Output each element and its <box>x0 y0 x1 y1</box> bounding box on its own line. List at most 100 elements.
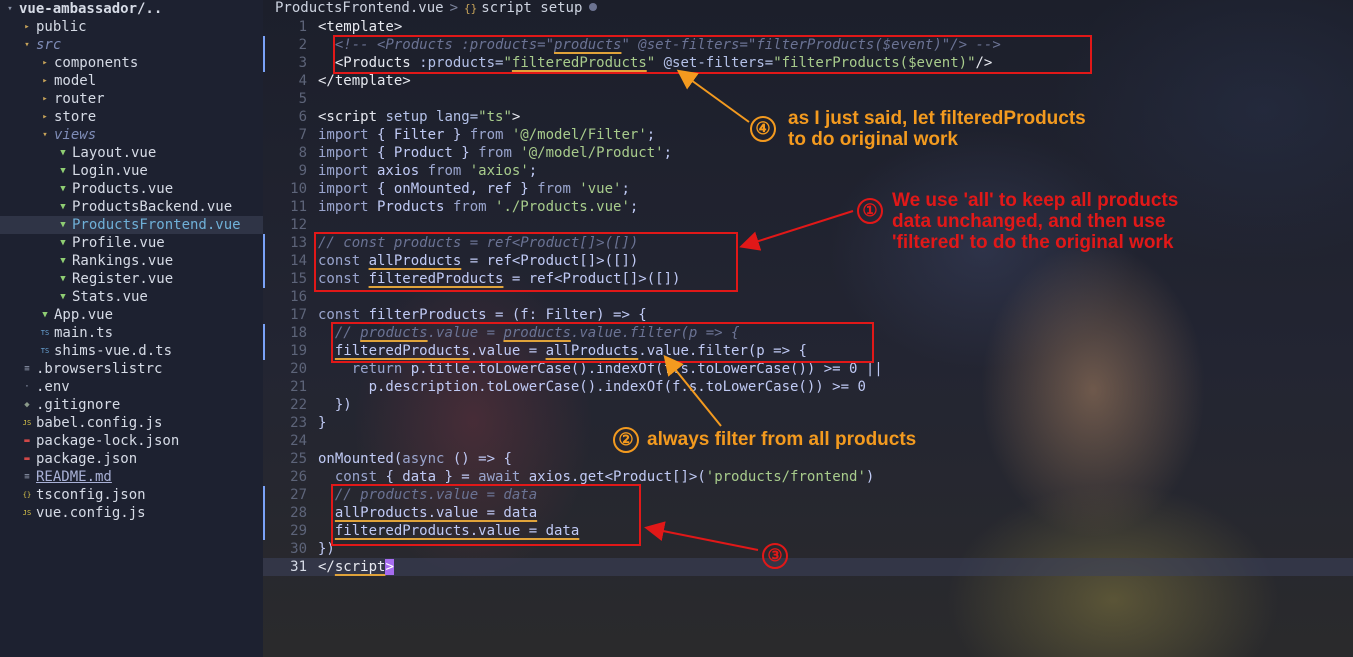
sidebar-item-label: .browserslistrc <box>36 361 163 377</box>
vue-file-icon: ▼ <box>60 292 66 302</box>
sidebar-item[interactable]: JS vue.config.js <box>0 504 263 522</box>
config-file-icon: ≡ <box>24 364 30 374</box>
annotation-line: data unchanged, and then use <box>892 211 1166 232</box>
sidebar-item[interactable]: ▼ Layout.vue <box>0 144 263 162</box>
sidebar-item-label: package-lock.json <box>36 433 180 449</box>
npm-file-icon: ▬ <box>24 454 30 464</box>
sidebar-item-label: .gitignore <box>36 397 121 413</box>
vue-file-icon: ▼ <box>60 166 66 176</box>
annotation-text-4: as I just said, let filteredProducts to … <box>788 108 1086 150</box>
dotfile-icon: · <box>24 382 30 392</box>
sidebar-item[interactable]: · .env <box>0 378 263 396</box>
arrow-3 <box>644 521 759 551</box>
vue-file-icon: ▼ <box>60 256 66 266</box>
annotation-arrows <box>644 69 854 551</box>
vue-file-icon: ▼ <box>60 274 66 284</box>
sidebar-item[interactable]: ▼ App.vue <box>0 306 263 324</box>
vue-file-icon: ▼ <box>60 148 66 158</box>
git-icon: ◆ <box>24 400 30 410</box>
folder-icon: ▸ <box>24 22 30 32</box>
sidebar-item[interactable]: ≡ README.md <box>0 468 263 486</box>
sidebar-item-label: ProductsBackend.vue <box>72 199 233 215</box>
sidebar-item-label: tsconfig.json <box>36 487 146 503</box>
sidebar-item-label: README.md <box>36 469 112 485</box>
arrow-4 <box>676 69 750 123</box>
sidebar-item[interactable]: ◆ .gitignore <box>0 396 263 414</box>
folder-icon: ▸ <box>42 58 48 68</box>
typescript-file-icon: TS <box>40 347 50 355</box>
annotation-line: to do original work <box>788 129 958 150</box>
annotation-line: always filter from all products <box>647 429 917 450</box>
vue-file-icon: ▼ <box>60 220 66 230</box>
sidebar-item[interactable]: ▼ Register.vue <box>0 270 263 288</box>
arrow-2 <box>663 354 722 427</box>
sidebar-item[interactable]: TS shims-vue.d.ts <box>0 342 263 360</box>
sidebar-item[interactable]: JS babel.config.js <box>0 414 263 432</box>
typescript-file-icon: TS <box>40 329 50 337</box>
sidebar-item[interactable]: ▼ Rankings.vue <box>0 252 263 270</box>
sidebar-item-label: babel.config.js <box>36 415 163 431</box>
sidebar-item-label: vue.config.js <box>36 505 146 521</box>
sidebar-item-label: main.ts <box>54 325 114 341</box>
folder-icon: ▸ <box>42 76 48 86</box>
sidebar-item[interactable]: ≡ .browserslistrc <box>0 360 263 378</box>
sidebar-item[interactable]: ▼ ProductsFrontend.vue <box>0 216 263 234</box>
vue-file-icon: ▼ <box>42 310 48 320</box>
annotation-text-2: always filter from all products <box>647 429 916 450</box>
sidebar-item-label: Layout.vue <box>72 145 157 161</box>
sidebar-item-label: .env <box>36 379 70 395</box>
annotation-number-1: ① <box>857 198 883 224</box>
sidebar-item[interactable]: ▼ Products.vue <box>0 180 263 198</box>
sidebar-item[interactable]: TS main.ts <box>0 324 263 342</box>
sidebar-item[interactable]: ▸ public <box>0 18 263 36</box>
vue-file-icon: ▼ <box>60 238 66 248</box>
sidebar-item[interactable]: ▸ components <box>0 54 263 72</box>
npm-file-icon: ▬ <box>24 436 30 446</box>
javascript-file-icon: JS <box>22 509 32 517</box>
sidebar-item-label: shims-vue.d.ts <box>54 343 173 359</box>
sidebar-item-label: ProductsFrontend.vue <box>72 217 241 233</box>
sidebar-item[interactable]: ▼ Login.vue <box>0 162 263 180</box>
markdown-file-icon: ≡ <box>24 472 30 482</box>
sidebar-item[interactable]: ▸ router <box>0 90 263 108</box>
sidebar-item[interactable]: {} tsconfig.json <box>0 486 263 504</box>
sidebar-item-label: Products.vue <box>72 181 174 197</box>
sidebar-item-label: views <box>54 127 97 143</box>
annotation-text-1: We use 'all' to keep all products data u… <box>892 190 1178 253</box>
annotation-number-2: ② <box>613 427 639 453</box>
sidebar-item[interactable]: ▸ store <box>0 108 263 126</box>
sidebar-item[interactable]: ▾ vue-ambassador/.. <box>0 0 263 18</box>
sidebar-item-label: Login.vue <box>72 163 148 179</box>
sidebar-item-label: App.vue <box>54 307 114 323</box>
file-explorer-sidebar: ▾ vue-ambassador/.. ▸ public ▾ src ▸ components… <box>0 0 263 657</box>
sidebar-item[interactable]: ▬ package-lock.json <box>0 432 263 450</box>
sidebar-item-label: public <box>36 19 87 35</box>
sidebar-item[interactable]: ▬ package.json <box>0 450 263 468</box>
json-file-icon: {} <box>22 491 32 499</box>
arrow-1 <box>739 210 854 251</box>
sidebar-item-label: router <box>54 91 105 107</box>
sidebar-item-label: Profile.vue <box>72 235 165 251</box>
vue-file-icon: ▼ <box>60 202 66 212</box>
folder-icon: ▸ <box>42 112 48 122</box>
sidebar-item-label: package.json <box>36 451 138 467</box>
annotation-number-4: ④ <box>750 116 776 142</box>
javascript-file-icon: JS <box>22 419 32 427</box>
folder-icon: ▸ <box>42 94 48 104</box>
sidebar-item[interactable]: ▼ Stats.vue <box>0 288 263 306</box>
sidebar-item[interactable]: ▾ views <box>0 126 263 144</box>
folder-open-icon: ▾ <box>24 40 30 50</box>
annotation-number-3: ③ <box>762 543 788 569</box>
annotation-line: We use 'all' to keep all products <box>892 190 1179 211</box>
sidebar-item[interactable]: ▼ ProductsBackend.vue <box>0 198 263 216</box>
code-editor[interactable]: ProductsFrontend.vue >{} script setup 1 <te… <box>263 0 1353 657</box>
vue-file-icon: ▼ <box>60 184 66 194</box>
annotation-line: as I just said, let filteredProducts <box>788 108 1086 129</box>
annotation-line: 'filtered' to do the original work <box>892 232 1174 253</box>
sidebar-item-label: store <box>54 109 97 125</box>
sidebar-item-label: Stats.vue <box>72 289 148 305</box>
sidebar-item[interactable]: ▼ Profile.vue <box>0 234 263 252</box>
sidebar-item[interactable]: ▾ src <box>0 36 263 54</box>
sidebar-item-label: vue-ambassador/.. <box>19 1 163 17</box>
sidebar-item[interactable]: ▸ model <box>0 72 263 90</box>
